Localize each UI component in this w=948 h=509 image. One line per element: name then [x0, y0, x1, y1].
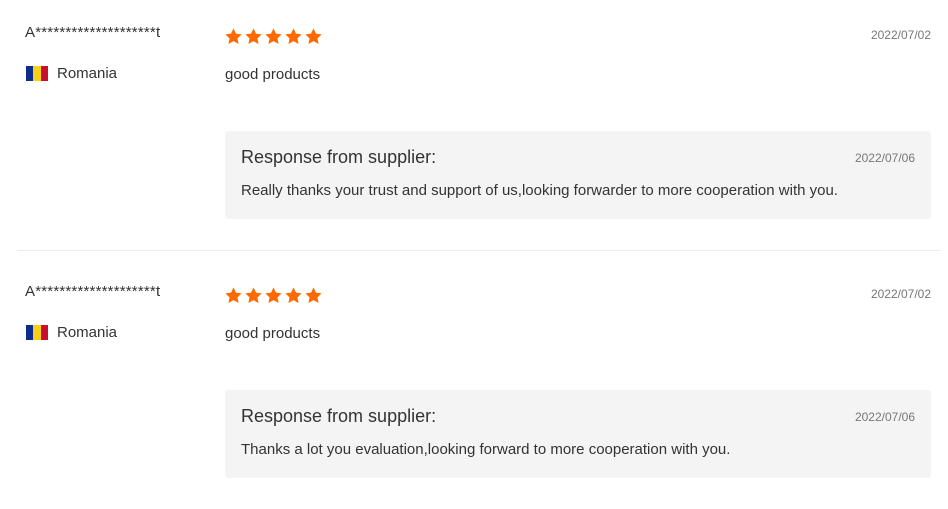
- review-date: 2022/07/02: [870, 287, 931, 301]
- response-date: 2022/07/06: [854, 410, 915, 424]
- response-text: Thanks a lot you evaluation,looking forw…: [241, 441, 731, 458]
- review-item: A********************t Romania 2022/07/0…: [0, 259, 948, 509]
- review-text: good products: [225, 66, 321, 83]
- country-name: Romania: [57, 324, 118, 341]
- review-date: 2022/07/02: [870, 28, 931, 42]
- buyer-name: A********************t: [25, 283, 161, 300]
- star-icon: [245, 28, 262, 44]
- romania-flag-icon: [26, 325, 48, 340]
- star-icon: [305, 28, 322, 44]
- response-text: Really thanks your trust and support of …: [241, 182, 838, 199]
- divider: [17, 250, 941, 251]
- star-icon: [285, 287, 302, 303]
- supplier-response: Response from supplier: 2022/07/06 Reall…: [225, 131, 931, 219]
- review-text: good products: [225, 325, 321, 342]
- buyer-name: A********************t: [25, 24, 161, 41]
- country-name: Romania: [57, 65, 118, 82]
- star-icon: [265, 28, 282, 44]
- star-icon: [245, 287, 262, 303]
- buyer-country: Romania: [26, 324, 117, 341]
- response-title: Response from supplier:: [241, 406, 437, 426]
- review-item: A********************t Romania 2022/07/0…: [0, 0, 948, 250]
- response-title: Response from supplier:: [241, 147, 437, 167]
- star-icon: [305, 287, 322, 303]
- star-rating: [224, 286, 323, 305]
- star-icon: [225, 287, 242, 303]
- star-icon: [265, 287, 282, 303]
- star-rating: [224, 27, 323, 46]
- response-date: 2022/07/06: [854, 151, 915, 165]
- supplier-response: Response from supplier: 2022/07/06 Thank…: [225, 390, 931, 478]
- star-icon: [285, 28, 302, 44]
- star-icon: [225, 28, 242, 44]
- romania-flag-icon: [26, 66, 48, 81]
- buyer-country: Romania: [26, 65, 117, 82]
